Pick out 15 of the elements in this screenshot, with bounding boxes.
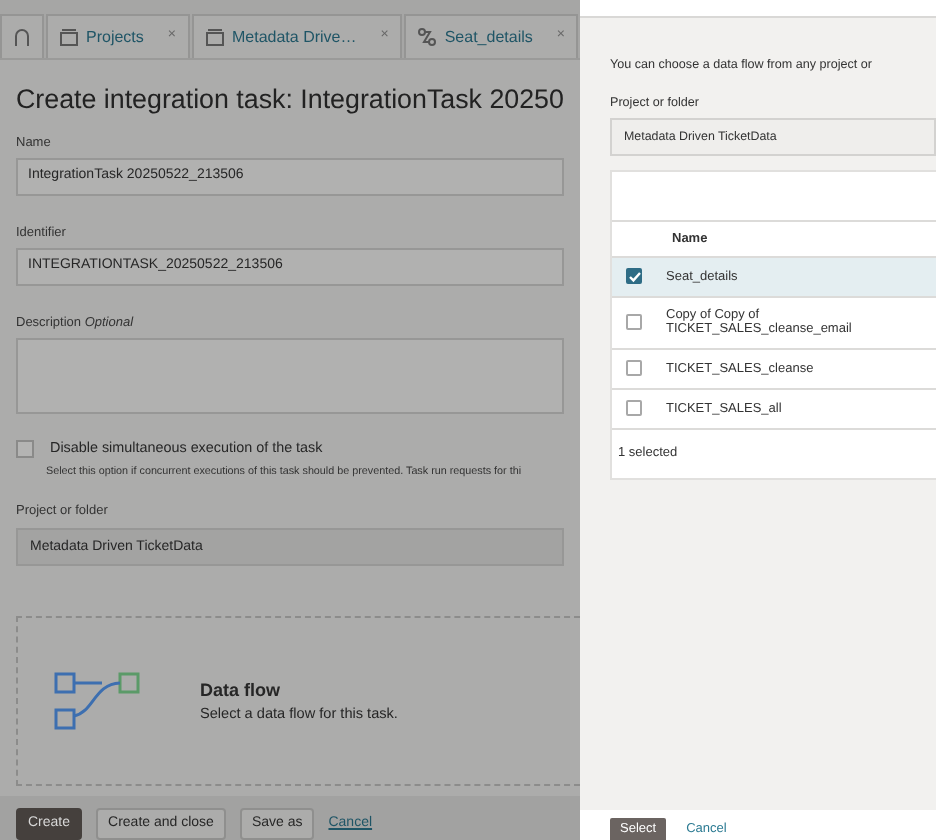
checkbox[interactable] xyxy=(16,439,34,458)
checkbox[interactable] xyxy=(626,314,642,331)
flow-icon xyxy=(418,28,437,46)
page-title: Create integration task: IntegrationTask 20250 xyxy=(16,82,564,117)
home-tab[interactable] xyxy=(0,14,44,58)
checkbox[interactable] xyxy=(626,400,642,417)
checkbox[interactable] xyxy=(626,360,642,377)
data-flow-title: Data flow xyxy=(200,677,283,704)
folder-icon xyxy=(60,28,78,46)
data-flow-icon xyxy=(54,672,140,731)
home-icon xyxy=(14,27,30,47)
text-area[interactable] xyxy=(16,337,564,414)
check-icon xyxy=(627,269,641,284)
checkbox[interactable] xyxy=(626,268,642,285)
folder-icon xyxy=(206,28,224,46)
